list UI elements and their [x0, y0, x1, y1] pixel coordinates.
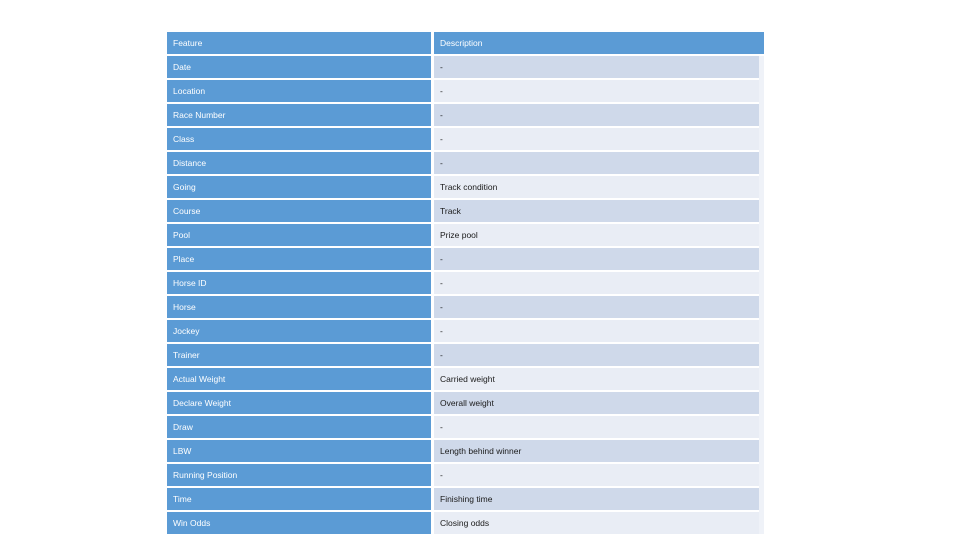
cell-description: -: [434, 80, 764, 102]
cell-description: Length behind winner: [434, 440, 764, 462]
cell-feature: LBW: [167, 440, 434, 462]
cell-description: Carried weight: [434, 368, 764, 390]
table-row[interactable]: Jockey -: [167, 320, 764, 342]
table-header-row: Feature Description: [167, 32, 764, 54]
table-row[interactable]: Win Odds Closing odds: [167, 512, 764, 534]
cell-feature: Actual Weight: [167, 368, 434, 390]
table-row[interactable]: Trainer -: [167, 344, 764, 366]
table-row[interactable]: Running Position -: [167, 464, 764, 486]
cell-feature: Running Position: [167, 464, 434, 486]
table-row[interactable]: Horse -: [167, 296, 764, 318]
table-row[interactable]: Distance -: [167, 152, 764, 174]
cell-description: Overall weight: [434, 392, 764, 414]
cell-feature: Horse ID: [167, 272, 434, 294]
table-header: Feature Description: [167, 32, 764, 54]
cell-description: -: [434, 320, 764, 342]
cell-feature: Distance: [167, 152, 434, 174]
cell-description: Finishing time: [434, 488, 764, 510]
table-row[interactable]: Class -: [167, 128, 764, 150]
cell-feature: Draw: [167, 416, 434, 438]
table-row[interactable]: Actual Weight Carried weight: [167, 368, 764, 390]
table-right-edge-strip: [759, 56, 764, 534]
cell-feature: Going: [167, 176, 434, 198]
table-row[interactable]: Place -: [167, 248, 764, 270]
table-row[interactable]: LBW Length behind winner: [167, 440, 764, 462]
cell-description: -: [434, 248, 764, 270]
column-header-description[interactable]: Description: [434, 32, 764, 54]
table-row[interactable]: Pool Prize pool: [167, 224, 764, 246]
table-row[interactable]: Time Finishing time: [167, 488, 764, 510]
cell-description: -: [434, 416, 764, 438]
cell-description: -: [434, 104, 764, 126]
feature-description-table-container: Feature Description Date - Location - Race N…: [167, 30, 764, 536]
cell-description: Track: [434, 200, 764, 222]
cell-description: -: [434, 152, 764, 174]
cell-description: Prize pool: [434, 224, 764, 246]
cell-description: -: [434, 272, 764, 294]
cell-description: -: [434, 464, 764, 486]
cell-description: -: [434, 128, 764, 150]
table-row[interactable]: Declare Weight Overall weight: [167, 392, 764, 414]
cell-feature: Horse: [167, 296, 434, 318]
cell-description: Closing odds: [434, 512, 764, 534]
column-header-feature[interactable]: Feature: [167, 32, 434, 54]
cell-feature: Declare Weight: [167, 392, 434, 414]
cell-feature: Date: [167, 56, 434, 78]
table-row[interactable]: Race Number -: [167, 104, 764, 126]
table-row[interactable]: Horse ID -: [167, 272, 764, 294]
cell-feature: Location: [167, 80, 434, 102]
table-row[interactable]: Location -: [167, 80, 764, 102]
cell-feature: Class: [167, 128, 434, 150]
cell-feature: Trainer: [167, 344, 434, 366]
cell-description: -: [434, 296, 764, 318]
table-body: Date - Location - Race Number - Class - Distance…: [167, 56, 764, 534]
table-row[interactable]: Date -: [167, 56, 764, 78]
cell-feature: Pool: [167, 224, 434, 246]
feature-description-table: Feature Description Date - Location - Race N…: [167, 30, 764, 536]
cell-description: -: [434, 344, 764, 366]
cell-feature: Place: [167, 248, 434, 270]
table-row[interactable]: Draw -: [167, 416, 764, 438]
cell-description: Track condition: [434, 176, 764, 198]
cell-feature: Race Number: [167, 104, 434, 126]
table-row[interactable]: Going Track condition: [167, 176, 764, 198]
table-row[interactable]: Course Track: [167, 200, 764, 222]
cell-feature: Course: [167, 200, 434, 222]
cell-feature: Jockey: [167, 320, 434, 342]
cell-feature: Win Odds: [167, 512, 434, 534]
cell-feature: Time: [167, 488, 434, 510]
cell-description: -: [434, 56, 764, 78]
